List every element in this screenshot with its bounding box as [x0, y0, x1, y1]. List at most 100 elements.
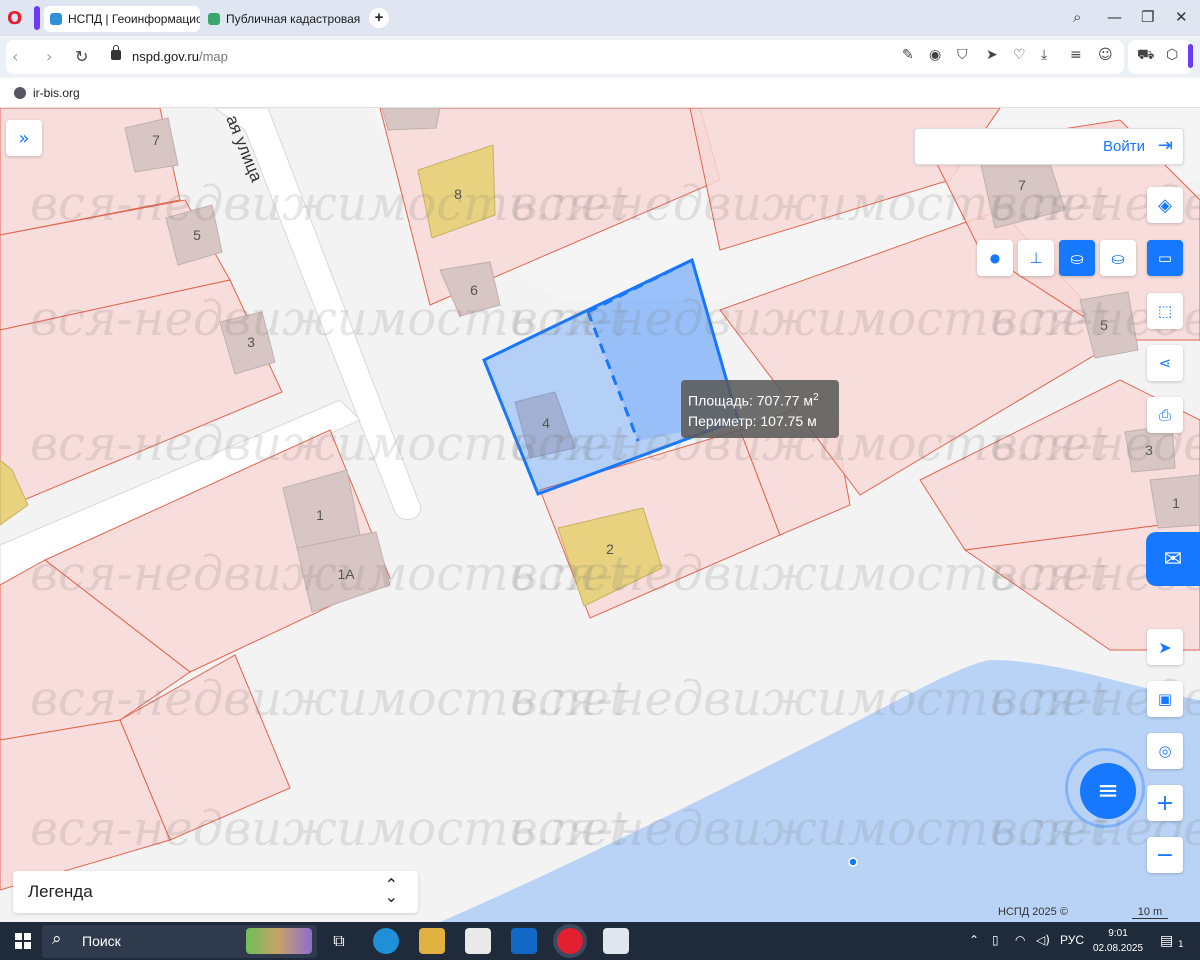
- share-button[interactable]: ⋖: [1147, 345, 1183, 381]
- camera-icon[interactable]: ◉: [929, 47, 941, 63]
- copyright-text: НСПД 2025 ©: [998, 906, 1068, 918]
- bookmark-ir-bis[interactable]: ir-bis.org: [14, 86, 80, 100]
- globe-icon: [14, 87, 26, 99]
- measure-area-outline-button[interactable]: ⛀: [1100, 240, 1136, 276]
- forward-icon[interactable]: ›: [46, 47, 52, 66]
- app-window-icon[interactable]: [603, 928, 629, 954]
- area-readout: Площадь: 707.77 м2: [688, 388, 832, 411]
- area-outline-icon: ⛀: [1111, 248, 1125, 268]
- perimeter-readout: Периметр: 107.75 м: [688, 412, 817, 429]
- ruler-icon: ▭: [1157, 249, 1173, 267]
- url-host: nspd.gov.ru: [132, 49, 199, 64]
- bookmarks-bar: [0, 78, 1200, 108]
- tray-expand-icon[interactable]: ⌃: [969, 933, 979, 947]
- wifi-icon[interactable]: ◠: [1015, 933, 1025, 947]
- shield-icon[interactable]: ⛉: [957, 47, 968, 63]
- area-value: Площадь: 707.77 м: [688, 392, 814, 409]
- sidebar-accent-bar: [34, 6, 40, 30]
- minimize-icon[interactable]: —: [1107, 8, 1122, 26]
- search-location-button[interactable]: ◎: [1147, 733, 1183, 769]
- edge-icon[interactable]: [373, 928, 399, 954]
- outlook-icon[interactable]: [511, 928, 537, 954]
- login-label: Войти: [1103, 138, 1145, 155]
- opera-logo[interactable]: O: [7, 8, 22, 29]
- map-layer: 7 5 3 8 6 4 1 1А 2 7 5 3 1 ая улица ск в…: [0, 108, 1200, 922]
- reload-icon[interactable]: ↻: [75, 47, 88, 66]
- area-unit-sup: 2: [813, 392, 819, 403]
- minimap-icon: ▣: [1157, 690, 1173, 708]
- clock[interactable]: 9:01 02.08.2025: [1093, 926, 1143, 956]
- layers-button[interactable]: ◈: [1147, 187, 1183, 223]
- parcel-number: 1: [1172, 495, 1180, 511]
- new-tab-button[interactable]: +: [369, 8, 389, 28]
- print-icon: ⎙: [1158, 406, 1171, 424]
- clock-date: 02.08.2025: [1093, 943, 1144, 954]
- store-icon[interactable]: [465, 928, 491, 954]
- navigation-arrow-icon: ➤: [1158, 637, 1172, 657]
- bookmark-label: ir-bis.org: [33, 86, 80, 100]
- tab-public-cadastral-map[interactable]: Публичная кадастровая к: [202, 6, 362, 32]
- profile-icon[interactable]: ☺: [1098, 47, 1113, 63]
- feedback-tab[interactable]: ✉: [1146, 532, 1200, 586]
- tab-label: НСПД | Геоинформацион: [68, 12, 200, 26]
- menu-icon[interactable]: ≡: [1070, 47, 1082, 63]
- lock-icon: [111, 45, 121, 60]
- box-icon[interactable]: ⬡: [1166, 47, 1178, 63]
- legend-label: Легенда: [28, 882, 93, 901]
- cart-icon[interactable]: ⛟: [1137, 47, 1155, 65]
- zoom-in-button[interactable]: +: [1147, 785, 1183, 821]
- select-search-icon: ⬚: [1157, 302, 1173, 320]
- login-button[interactable]: Войти ⇥: [914, 128, 1184, 165]
- search-highlight-icon[interactable]: [246, 928, 312, 954]
- notifications-count: 1: [1178, 940, 1184, 950]
- zoom-out-button[interactable]: −: [1147, 837, 1183, 873]
- print-button[interactable]: ⎙: [1147, 397, 1183, 433]
- select-area-button[interactable]: ⬚: [1147, 293, 1183, 329]
- measure-tooltip: Площадь: 707.77 м2 Периметр: 107.75 м: [681, 380, 839, 438]
- legend-panel[interactable]: Легенда ⌃ ⌄: [13, 871, 418, 913]
- feedback-icon: ✉: [1163, 546, 1183, 572]
- download-icon[interactable]: ⤓: [1041, 47, 1047, 63]
- volume-icon[interactable]: ◁): [1036, 933, 1050, 947]
- clock-time: 9:01: [1108, 928, 1128, 939]
- windows-start-icon[interactable]: [15, 933, 31, 949]
- at-location-icon: ◎: [1158, 742, 1172, 760]
- measure-point-button[interactable]: ●: [977, 240, 1013, 276]
- file-explorer-icon[interactable]: [419, 928, 445, 954]
- search-tabs-icon[interactable]: ⌕: [1073, 8, 1081, 26]
- task-view-icon[interactable]: ⧉: [326, 928, 352, 954]
- language-indicator[interactable]: РУС: [1060, 933, 1084, 947]
- ruler-button[interactable]: ▭: [1147, 240, 1183, 276]
- scale-bar: 10 m: [1132, 906, 1168, 919]
- chat-button[interactable]: ≡: [1065, 748, 1145, 828]
- chevron-updown-icon: ⌃ ⌄: [384, 875, 398, 906]
- watermark: вся-недвижимость.net: [990, 108, 1200, 114]
- tab-nspd[interactable]: НСПД | Геоинформацион: [44, 6, 200, 32]
- close-icon[interactable]: ✕: [1175, 8, 1188, 26]
- expand-panel-button[interactable]: »: [6, 120, 42, 156]
- tray-device-icon[interactable]: ▯: [992, 933, 999, 947]
- location-dot: [848, 857, 858, 867]
- measure-area-button[interactable]: ⛀: [1059, 240, 1095, 276]
- opera-taskbar-icon[interactable]: [557, 928, 583, 954]
- login-icon: ⇥: [1157, 135, 1173, 156]
- back-icon[interactable]: ‹: [12, 47, 18, 66]
- map-canvas[interactable]: 7 5 3 8 6 4 1 1А 2 7 5 3 1 ая улица ск в…: [0, 108, 1200, 922]
- parcel-number: 7: [152, 132, 160, 148]
- notifications-icon[interactable]: ▤: [1160, 933, 1173, 949]
- point-icon: ●: [989, 251, 1001, 265]
- minimap-button[interactable]: ▣: [1147, 681, 1183, 717]
- search-label: Поиск: [82, 933, 121, 949]
- cadastral-favicon-icon: [208, 13, 220, 25]
- geolocate-button[interactable]: ➤: [1147, 629, 1183, 665]
- heart-icon[interactable]: ♡: [1013, 47, 1026, 63]
- restore-icon[interactable]: ❐: [1141, 8, 1154, 26]
- layers-icon: ◈: [1158, 194, 1172, 216]
- edit-icon[interactable]: ✎: [902, 47, 914, 63]
- url-text[interactable]: nspd.gov.ru/map: [132, 49, 228, 64]
- share-icon: ⋖: [1158, 354, 1172, 372]
- send-icon[interactable]: ➤: [986, 47, 998, 63]
- tab-label: Публичная кадастровая к: [226, 12, 362, 26]
- measure-line-button[interactable]: ⊥: [1018, 240, 1054, 276]
- chat-icon: ≡: [1080, 763, 1136, 819]
